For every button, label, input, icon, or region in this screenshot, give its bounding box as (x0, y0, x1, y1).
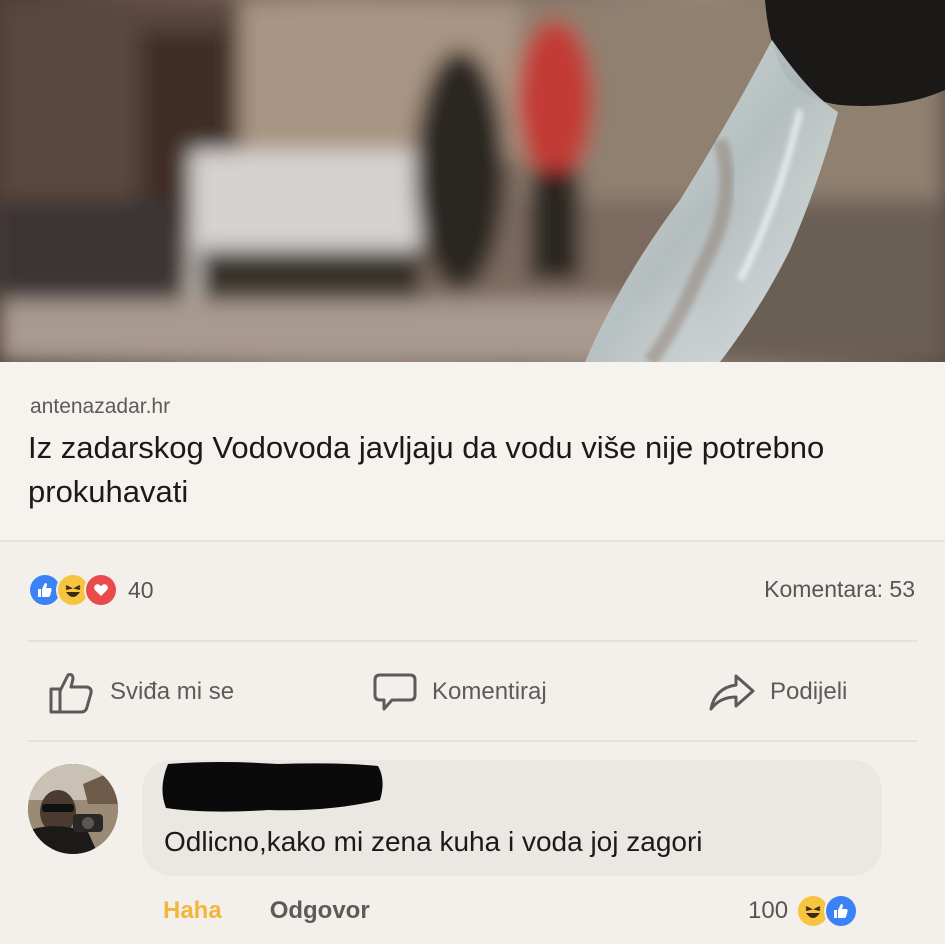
link-domain: antenazadar.hr (30, 395, 171, 418)
post-link-image[interactable] (0, 0, 945, 362)
share-button-label: Podijeli (770, 678, 848, 705)
love-icon (84, 573, 118, 607)
comment-reaction-link[interactable]: Haha (163, 897, 222, 925)
comment-reaction-count: 100 (748, 897, 789, 924)
link-headline[interactable]: Iz zadarskog Vodovoda javljaju da vodu v… (28, 426, 888, 514)
comment-bubble: Odlicno,kako mi zena kuha i voda joj zag… (142, 760, 882, 876)
comment-actions: Haha Odgovor (163, 894, 370, 928)
divider (28, 640, 917, 642)
speech-bubble-icon (373, 673, 417, 711)
share-button[interactable]: Podijeli (708, 670, 847, 714)
divider (0, 540, 945, 542)
comment-button[interactable]: Komentiraj (372, 670, 547, 714)
reaction-count: 40 (128, 576, 154, 603)
avatar-photo (28, 764, 118, 854)
link-preview[interactable]: antenazadar.hr Iz zadarskog Vodovoda jav… (0, 362, 945, 540)
redacted-author-name (162, 762, 383, 812)
reply-link[interactable]: Odgovor (270, 897, 370, 925)
comment-text: Odlicno,kako mi zena kuha i voda joj zag… (164, 826, 703, 857)
like-button-label: Sviđa mi se (110, 678, 235, 705)
post-action-bar: Sviđa mi se Komentiraj Podijeli (0, 658, 945, 728)
comment-button-label: Komentiraj (432, 678, 547, 705)
divider (28, 740, 917, 742)
share-arrow-icon (709, 674, 755, 711)
comment-reactions-summary[interactable]: 100 (748, 892, 859, 930)
comments-count-link[interactable]: Komentara: 53 (764, 576, 915, 603)
post-reactions-summary[interactable]: 40 (28, 570, 154, 610)
like-button[interactable]: Sviđa mi se (48, 670, 234, 714)
water-tap-photo (0, 0, 945, 362)
thumbs-up-icon (49, 673, 93, 714)
avatar[interactable] (28, 764, 118, 854)
like-icon (824, 894, 859, 928)
